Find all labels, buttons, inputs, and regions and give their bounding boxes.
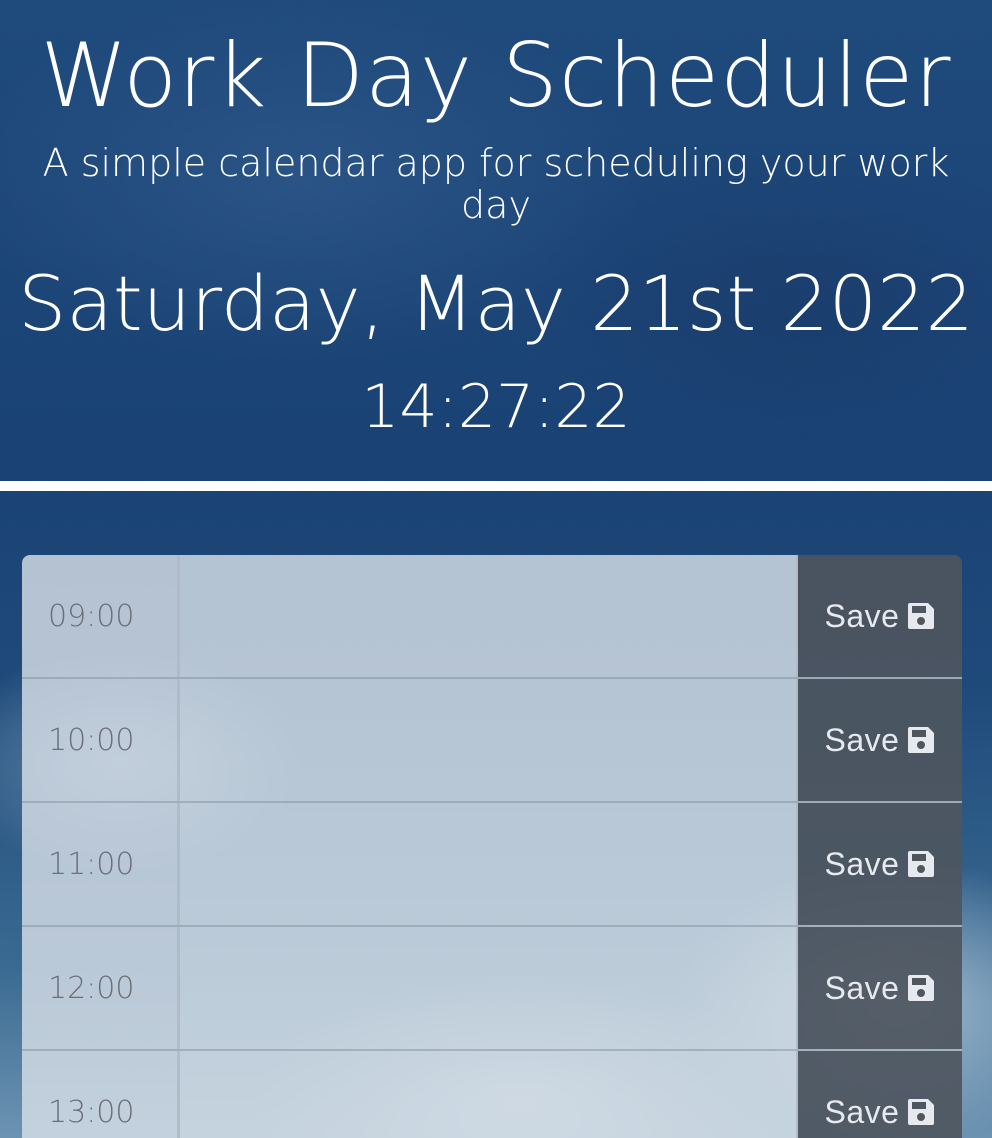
save-button-label: Save [824,969,900,1006]
floppy-disk-icon [907,1098,935,1126]
schedule-container: 09:00 Save 10:00 Save 11:00 Save 12:00 S… [22,555,962,1138]
time-block-row: 09:00 Save [22,555,962,679]
hour-label: 11:00 [22,803,180,925]
page-subtitle: A simple calendar app for scheduling you… [42,141,950,227]
save-button-label: Save [824,1093,900,1130]
floppy-disk-icon [907,602,935,630]
hour-label: 09:00 [22,555,180,677]
hour-label: 10:00 [22,679,180,801]
task-input[interactable] [180,555,798,677]
save-button-label: Save [824,845,900,882]
task-input[interactable] [180,1051,798,1138]
task-input[interactable] [180,679,798,801]
hour-label: 12:00 [22,927,180,1049]
floppy-disk-icon [907,726,935,754]
save-button[interactable]: Save [798,927,962,1049]
save-button-label: Save [824,721,900,758]
floppy-disk-icon [907,974,935,1002]
current-date: Saturday, May 21st 2022 [18,259,974,348]
time-block-row: 11:00 Save [22,803,962,927]
save-button-label: Save [824,597,900,634]
task-input[interactable] [180,927,798,1049]
page-title: Work Day Scheduler [40,24,952,127]
task-input[interactable] [180,803,798,925]
save-button[interactable]: Save [798,803,962,925]
floppy-disk-icon [907,850,935,878]
time-block-row: 12:00 Save [22,927,962,1051]
save-button[interactable]: Save [798,555,962,677]
current-time: 14:27:22 [361,372,631,442]
time-block-row: 13:00 Save [22,1051,962,1138]
page-header: Work Day Scheduler A simple calendar app… [0,0,992,481]
hour-label: 13:00 [22,1051,180,1138]
time-block-row: 10:00 Save [22,679,962,803]
save-button[interactable]: Save [798,679,962,801]
header-divider [0,481,992,491]
save-button[interactable]: Save [798,1051,962,1138]
